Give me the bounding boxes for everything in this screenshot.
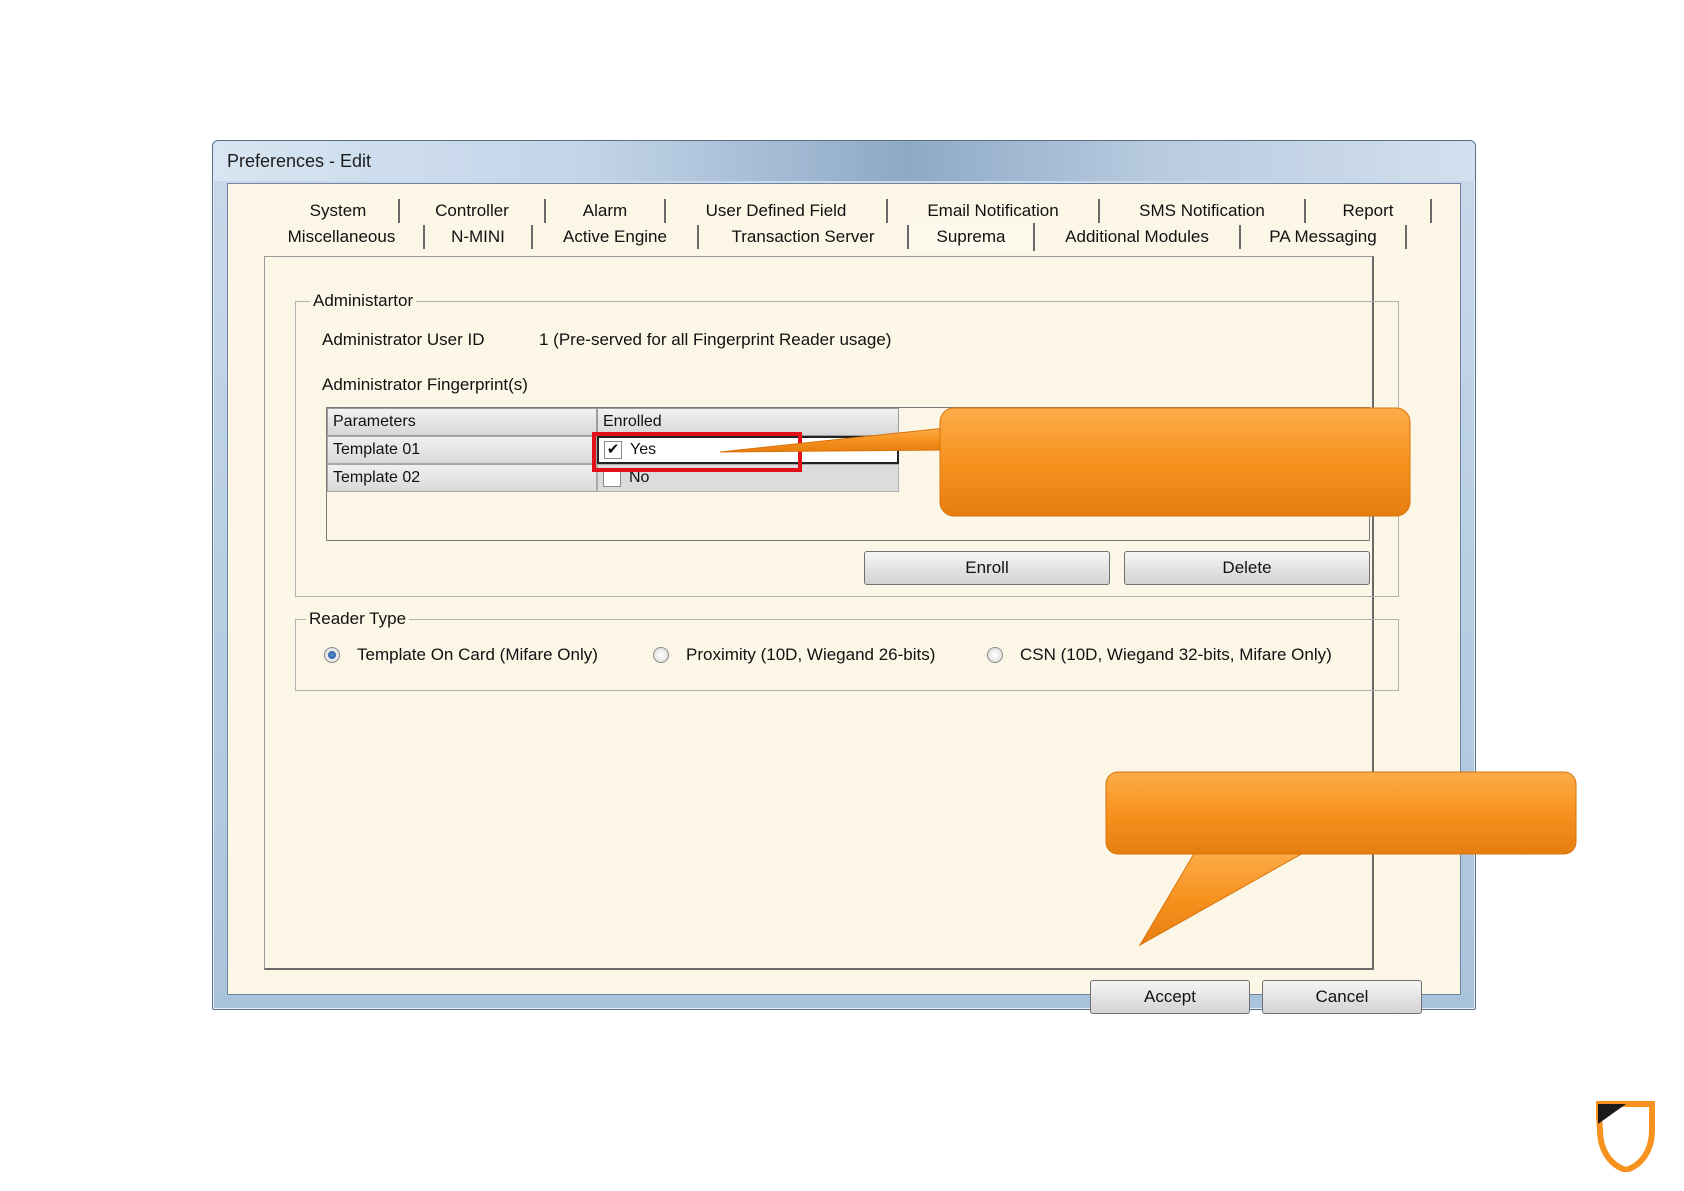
callout-accept xyxy=(1105,771,1577,947)
callout-overlay xyxy=(719,407,1577,947)
company-logo-icon xyxy=(1596,1101,1655,1172)
callout-enrolled xyxy=(719,407,1411,517)
